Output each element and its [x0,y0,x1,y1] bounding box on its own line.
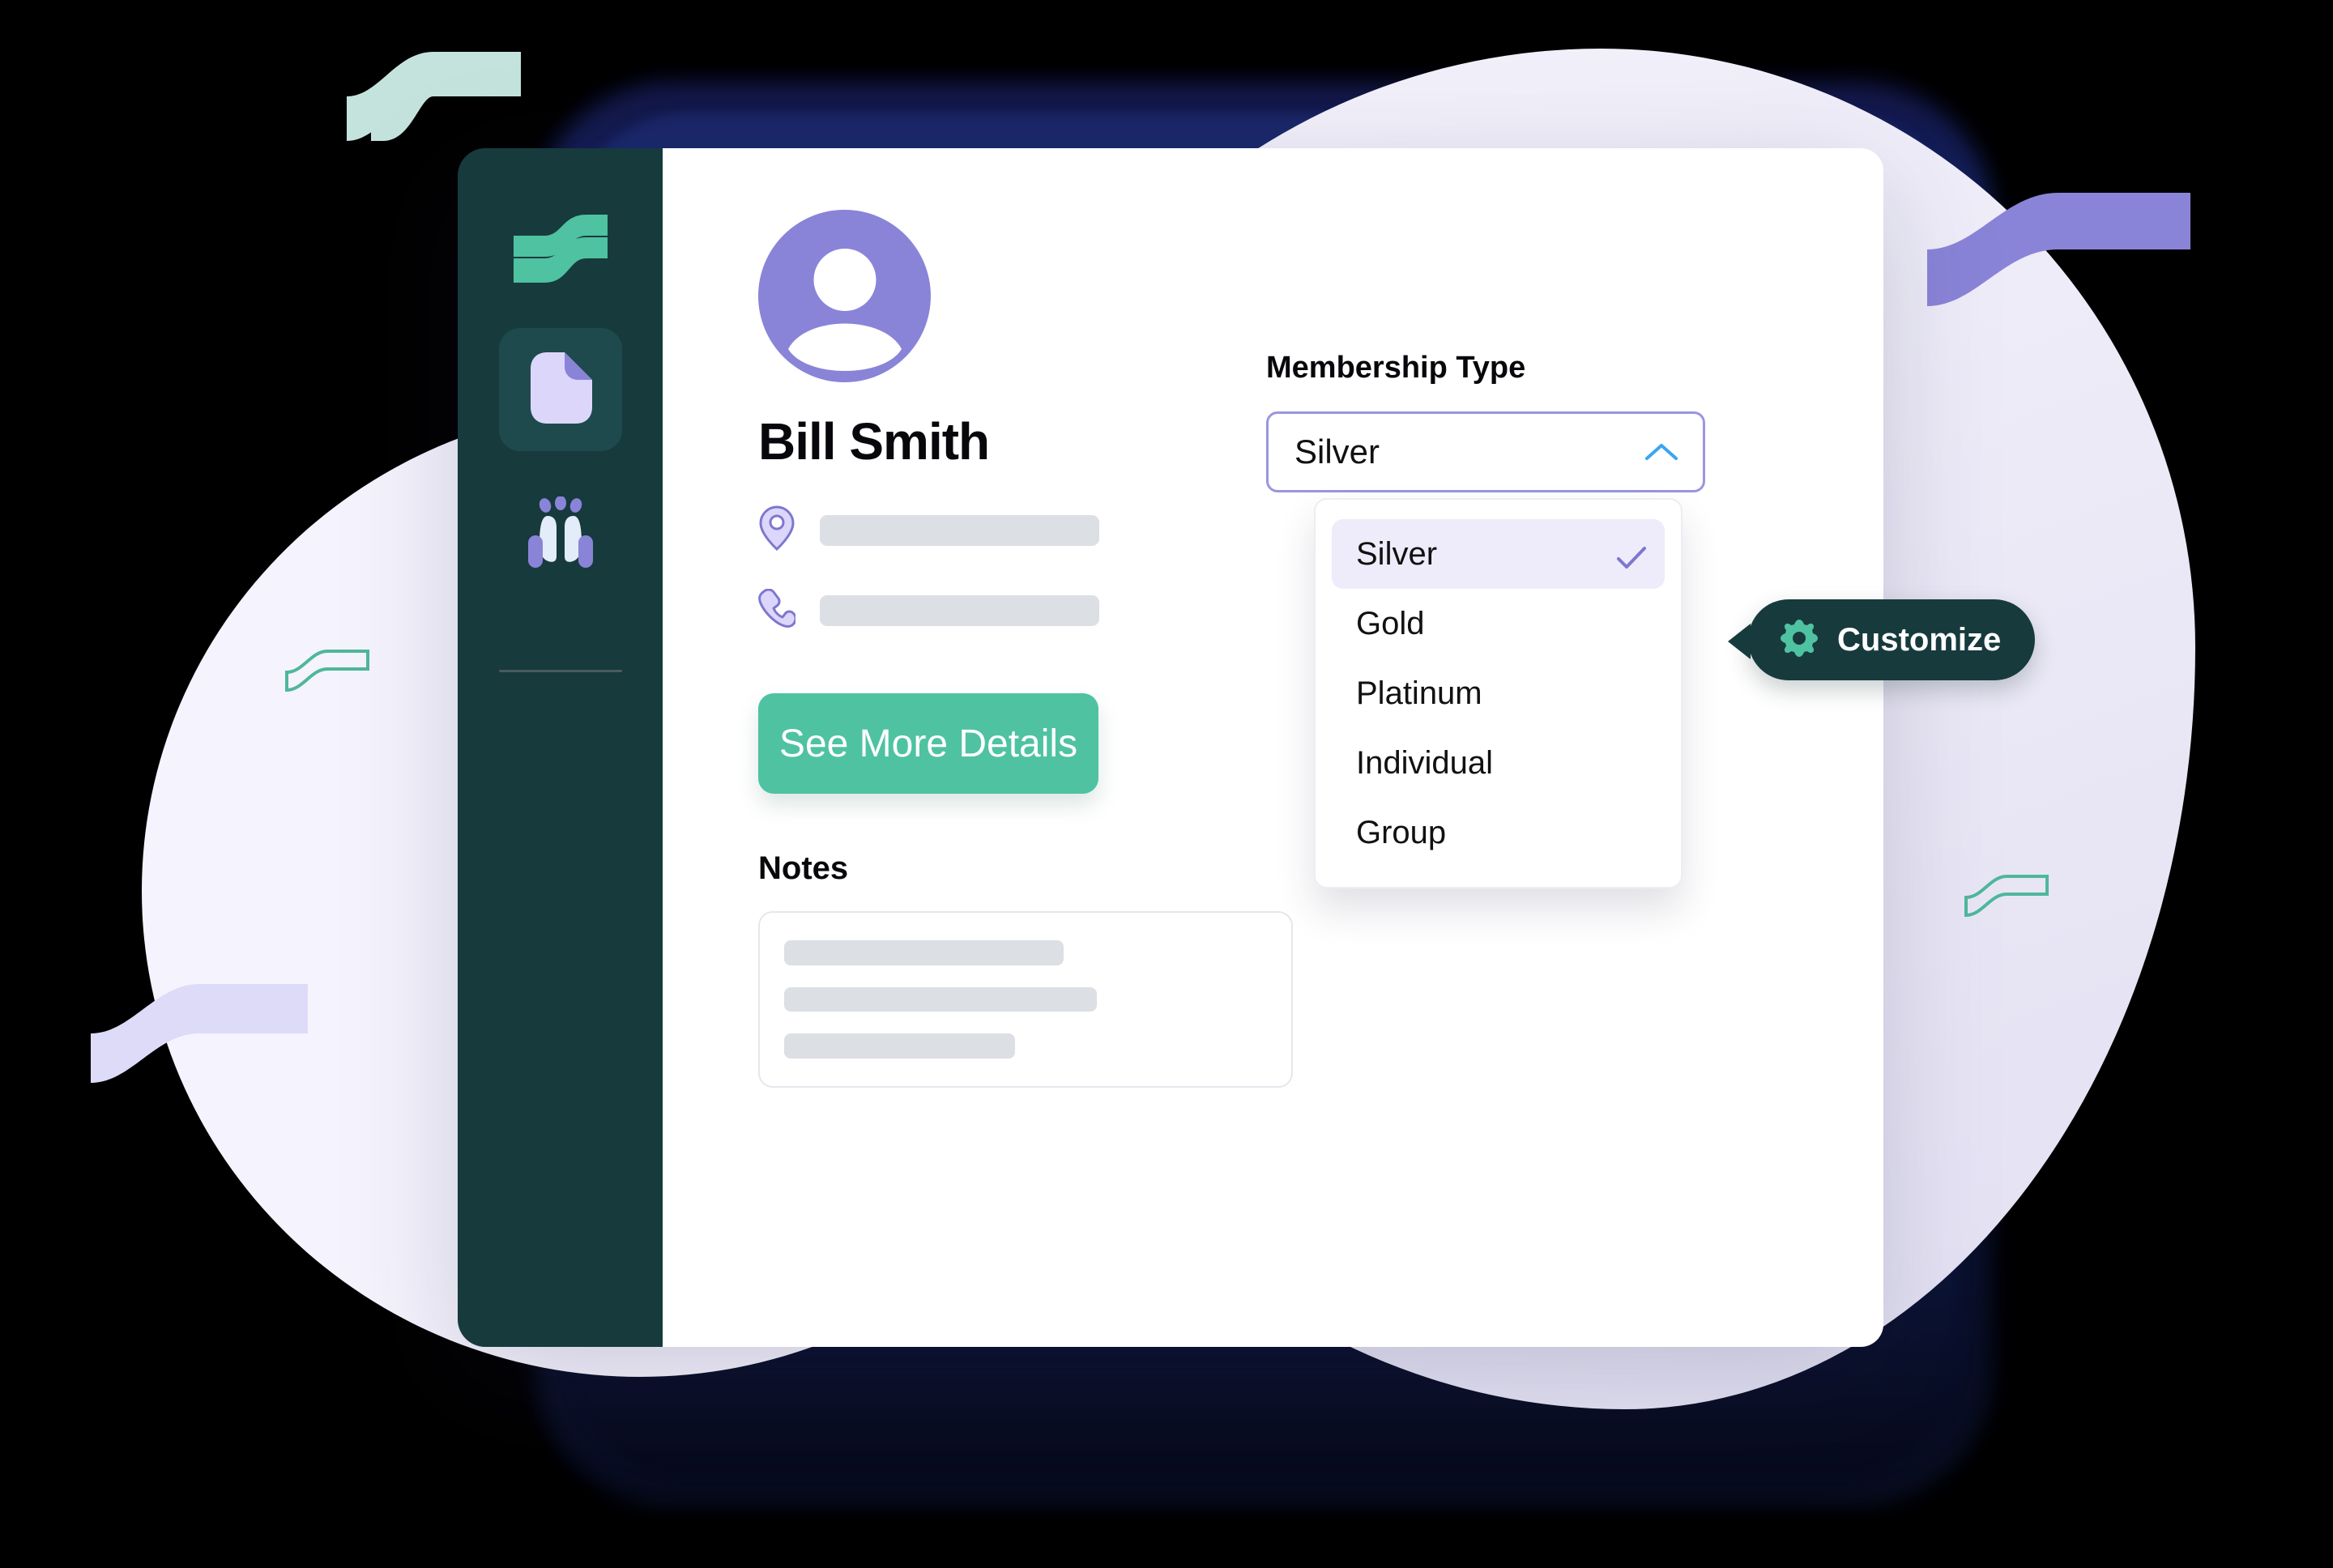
main-content: Bill Smith See More Details Notes Member… [663,148,1883,1347]
app-window: Bill Smith See More Details Notes Member… [458,148,1883,1347]
location-value-placeholder [820,514,1099,546]
phone-value-placeholder [820,594,1099,626]
option-label: Gold [1356,605,1425,641]
option-label: Individual [1356,744,1494,781]
wave-logo [512,211,609,286]
dropdown-option-individual[interactable]: Individual [1332,728,1665,798]
small-wave-decor-right [1964,875,2049,918]
avatar-body [788,323,902,371]
membership-label: Membership Type [1266,351,1526,385]
notes-line [784,1033,1015,1059]
screenshot-stage: Bill Smith See More Details Notes Member… [0,0,2333,1568]
dropdown-option-silver[interactable]: Silver [1332,519,1665,589]
dropdown-option-group[interactable]: Group [1332,798,1665,867]
sidebar-item-document[interactable] [498,328,622,451]
document-icon [527,351,594,429]
small-wave-decor-left [285,650,369,692]
dropdown-option-platinum[interactable]: Platinum [1332,658,1665,728]
gear-icon [1779,618,1819,663]
option-label: Group [1356,814,1447,850]
option-label: Silver [1356,535,1438,572]
user-avatar-icon [758,210,931,382]
cheers-glasses-icon [523,495,598,575]
see-more-details-button[interactable]: See More Details [758,693,1098,794]
membership-selected-value: Silver [1294,432,1380,471]
lavender-wave-decor [91,984,308,1083]
membership-dropdown[interactable]: Silver Gold Platinum Individual Group [1314,498,1683,888]
sidebar [458,148,663,1347]
sidebar-item-cheers[interactable] [499,474,622,597]
membership-field: Membership Type Silver Silver Gold Plati… [1266,351,1720,888]
purple-wave-decor [1927,193,2190,306]
avatar-head [813,249,876,311]
location-pin-icon [758,505,795,555]
notes-line [784,940,1064,965]
mint-wave-decor [347,52,521,141]
membership-select[interactable]: Silver [1266,411,1705,492]
chevron-up-icon[interactable] [1644,442,1678,462]
sidebar-divider [498,670,622,672]
notes-box[interactable] [758,911,1293,1088]
phone-icon [758,588,797,632]
customize-tooltip[interactable]: Customize [1727,599,2036,680]
option-label: Platinum [1356,675,1482,711]
tooltip-label: Customize [1837,621,2002,658]
dropdown-option-gold[interactable]: Gold [1332,589,1665,658]
notes-line [784,986,1097,1012]
checkmark-icon [1616,542,1647,569]
